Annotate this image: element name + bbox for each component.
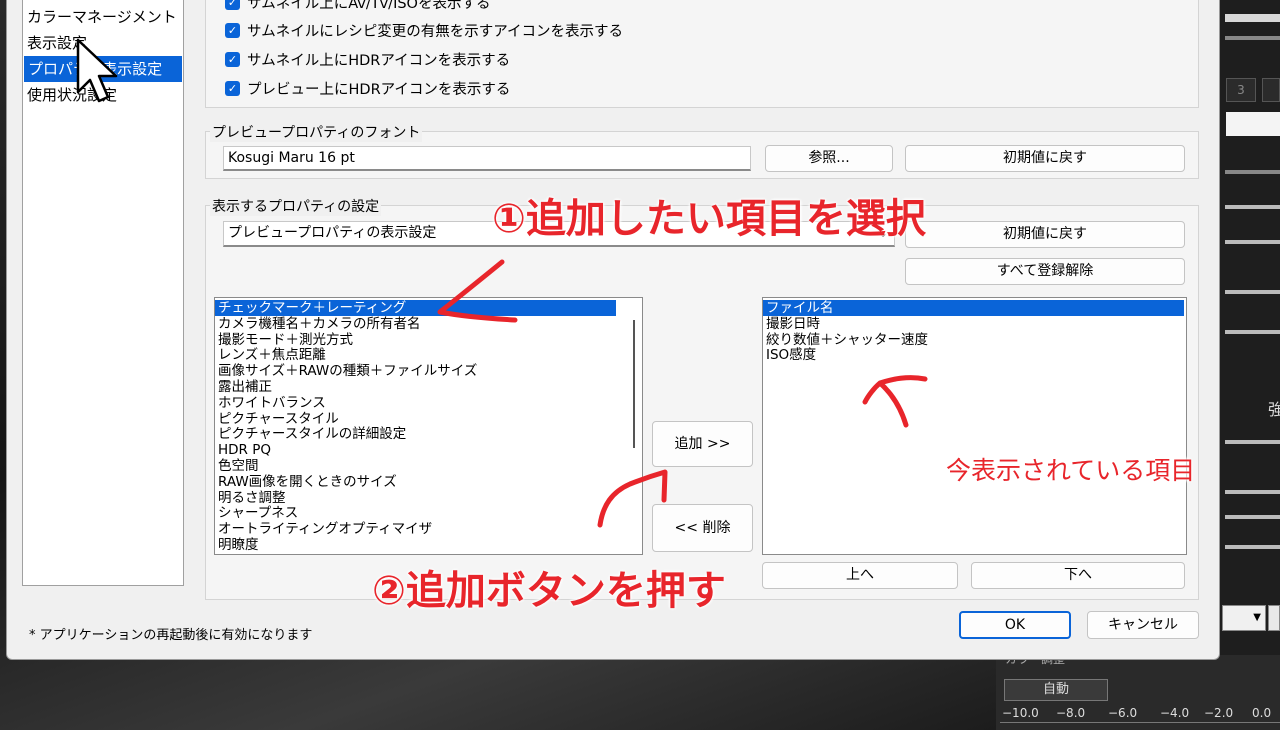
background-label: 強 (1268, 400, 1280, 419)
list-item[interactable]: 画像サイズ＋RAWの種類＋ファイルサイズ (215, 363, 642, 379)
chevron-down-icon: ▼ (1253, 612, 1261, 623)
add-button[interactable]: 追加 >> (652, 421, 753, 467)
scale-label: −8.0 (1056, 706, 1086, 720)
background-divider (1225, 515, 1280, 519)
scale-label: −2.0 (1204, 706, 1234, 720)
list-item[interactable]: 明瞭度 (215, 537, 642, 553)
background-number-box[interactable] (1262, 78, 1280, 102)
list-item[interactable]: ホワイトバランス (215, 395, 642, 411)
scroll-thumb[interactable] (633, 320, 635, 448)
sidebar-item-usage[interactable]: 使用状況設定 (23, 82, 183, 108)
list-item[interactable]: 撮影日時 (763, 316, 1186, 332)
sidebar-item-property-display[interactable]: プロパティ表示設定 (24, 56, 182, 82)
background-number-box[interactable]: 3 (1226, 78, 1256, 102)
checkbox-checked-icon[interactable]: ✓ (225, 80, 240, 96)
background-divider (1225, 290, 1280, 294)
background-divider (1225, 490, 1280, 494)
list-item[interactable]: 絞り数値＋シャッター速度 (763, 332, 1186, 348)
list-item[interactable]: ピクチャースタイル (215, 411, 642, 427)
scale-label: −4.0 (1160, 706, 1190, 720)
background-scale-ticks (1000, 722, 1280, 730)
ok-button[interactable]: OK (959, 611, 1071, 639)
font-field[interactable]: Kosugi Maru 16 pt (223, 146, 751, 171)
font-group-label: プレビュープロパティのフォント (210, 122, 423, 142)
list-scrollbar[interactable] (628, 320, 640, 550)
annotation-current-items: 今表示されている項目 (946, 456, 1196, 485)
list-item[interactable]: ファイル名 (763, 300, 1184, 316)
move-up-button[interactable]: 上へ (762, 562, 958, 589)
auto-button[interactable]: 自動 (1004, 679, 1108, 701)
scale-label: 0.0 (1252, 706, 1272, 720)
move-down-button[interactable]: 下へ (971, 562, 1185, 589)
background-divider (1225, 330, 1280, 334)
checkbox-row[interactable]: ✓ サムネイル上にHDRアイコンを表示する (225, 48, 510, 70)
property-group-label: 表示するプロパティの設定 (210, 196, 382, 216)
sidebar-item-display[interactable]: 表示設定 (23, 30, 183, 56)
sidebar-item-color-management[interactable]: カラーマネージメント (23, 4, 183, 30)
remove-button[interactable]: << 削除 (652, 504, 753, 552)
checkbox-checked-icon[interactable]: ✓ (225, 51, 240, 67)
list-item[interactable]: シャープネス (215, 505, 642, 521)
list-item[interactable]: 明るさ調整 (215, 490, 642, 506)
checkbox-row[interactable]: ✓ サムネイル上にAv/Tv/ISOを表示する (225, 0, 490, 13)
list-item[interactable]: カメラ機種名＋カメラの所有者名 (215, 316, 642, 332)
displayed-properties-list[interactable]: ファイル名 撮影日時 絞り数値＋シャッター速度 ISO感度 (762, 297, 1187, 555)
list-item[interactable]: 撮影モード＋測光方式 (215, 332, 642, 348)
cancel-button[interactable]: キャンセル (1087, 611, 1199, 639)
background-scale: −10.0 −8.0 −6.0 −4.0 −2.0 0.0 (1000, 706, 1280, 722)
checkbox-label: プレビュー上にHDRアイコンを表示する (247, 81, 511, 98)
list-item[interactable]: HDR PQ (215, 442, 642, 458)
background-divider (1225, 14, 1280, 22)
annotation-step1: ①追加したい項目を選択 (492, 196, 926, 242)
property-reset-button[interactable]: 初期値に戻す (905, 221, 1185, 248)
list-item[interactable]: RAW画像を開くときのサイズ (215, 474, 642, 490)
checkbox-checked-icon[interactable]: ✓ (225, 22, 240, 38)
combo-value: プレビュープロパティの表示設定 (228, 225, 437, 241)
checkbox-row[interactable]: ✓ サムネイルにレシピ変更の有無を示すアイコンを表示する (225, 19, 623, 41)
background-divider (1225, 170, 1280, 174)
list-item[interactable]: ISO感度 (763, 347, 1186, 363)
restart-note: * アプリケーションの再起動後に有効になります (29, 628, 313, 643)
background-combo[interactable] (1268, 605, 1280, 631)
background-divider (1225, 240, 1280, 244)
checkbox-label: サムネイル上にHDRアイコンを表示する (247, 52, 511, 69)
background-field (1226, 112, 1280, 136)
background-combo[interactable]: ▼ (1222, 605, 1266, 631)
settings-sidebar: カラーマネージメント 表示設定 プロパティ表示設定 使用状況設定 (22, 0, 184, 586)
scale-label: −10.0 (1002, 706, 1039, 720)
checkbox-label: サムネイルにレシピ変更の有無を示すアイコンを表示する (247, 23, 623, 40)
font-reset-button[interactable]: 初期値に戻す (905, 145, 1185, 172)
list-item[interactable]: 色空間 (215, 458, 642, 474)
background-divider (1225, 440, 1280, 444)
list-item[interactable]: オートライティングオプティマイザ (215, 521, 642, 537)
list-item[interactable]: チェックマーク＋レーティング (215, 300, 616, 316)
annotation-step2: ②追加ボタンを押す (372, 568, 726, 614)
list-item[interactable]: 露出補正 (215, 379, 642, 395)
background-divider (1225, 205, 1280, 209)
list-item[interactable]: ピクチャースタイルの詳細設定 (215, 426, 642, 442)
browse-button[interactable]: 参照... (765, 145, 893, 172)
background-divider (1225, 545, 1280, 549)
unregister-all-button[interactable]: すべて登録解除 (905, 258, 1185, 285)
available-properties-list[interactable]: チェックマーク＋レーティング カメラ機種名＋カメラの所有者名 撮影モード＋測光方… (214, 297, 643, 555)
checkbox-checked-icon[interactable]: ✓ (225, 0, 240, 10)
checkbox-row[interactable]: ✓ プレビュー上にHDRアイコンを表示する (225, 77, 510, 99)
scale-label: −6.0 (1108, 706, 1138, 720)
list-item[interactable]: レンズ＋焦点距離 (215, 347, 642, 363)
background-divider (1225, 36, 1280, 40)
checkbox-label: サムネイル上にAv/Tv/ISOを表示する (247, 0, 491, 12)
